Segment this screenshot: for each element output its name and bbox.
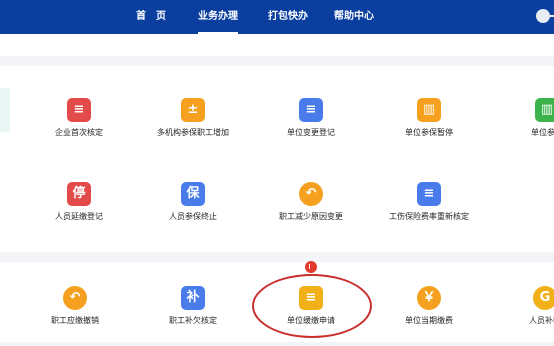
service-undo-payment[interactable]: ↶ 职工应缴撤销 bbox=[20, 286, 130, 346]
service-label: 工伤保险费率重新核定 bbox=[389, 212, 469, 221]
undo-payment-icon: ↶ bbox=[63, 286, 87, 310]
clipboard-supplement-icon: 补 bbox=[181, 286, 205, 310]
service-label: 多机构参保职工增加 bbox=[157, 128, 229, 137]
nav-help[interactable]: 帮助中心 bbox=[334, 0, 374, 34]
unit-change-icon: ≡ bbox=[299, 98, 323, 122]
service-label: 单位参保暂停 bbox=[405, 128, 453, 137]
unit-insure-icon: ▥ bbox=[535, 98, 554, 122]
flag-icon bbox=[305, 261, 317, 273]
headset-icon[interactable] bbox=[536, 9, 554, 23]
service-label: 人员参保终止 bbox=[169, 212, 217, 221]
service-unit-change[interactable]: ≡ 单位变更登记 bbox=[256, 98, 366, 158]
service-personnel-terminate[interactable]: 保 人员参保终止 bbox=[138, 182, 248, 242]
highlight-annotation bbox=[252, 274, 372, 338]
service-label: 单位当期缴费 bbox=[405, 316, 453, 325]
reduce-reason-icon: ↶ bbox=[299, 182, 323, 206]
service-personnel-collect[interactable]: G 人员补收 bbox=[490, 286, 554, 346]
service-personnel-delay[interactable]: 停 人员延缴登记 bbox=[24, 182, 134, 242]
service-label: 人员补收 bbox=[529, 316, 554, 325]
staff-add-icon: ± bbox=[181, 98, 205, 122]
service-unit-pause[interactable]: ▥ 单位参保暂停 bbox=[374, 98, 484, 158]
service-current-payment[interactable]: ￥ 单位当期缴费 bbox=[374, 286, 484, 346]
nav-business[interactable]: 业务办理 bbox=[198, 0, 238, 34]
service-label: 单位变更登记 bbox=[287, 128, 335, 137]
service-label: 职工应缴撤销 bbox=[51, 316, 99, 325]
service-label: 单位参保 bbox=[531, 128, 554, 137]
unit-pause-icon: ▥ bbox=[417, 98, 441, 122]
enterprise-first-check-icon: ≡ bbox=[67, 98, 91, 122]
personnel-collect-icon: G bbox=[533, 286, 554, 310]
injury-rate-icon: ≡ bbox=[417, 182, 441, 206]
nav-package[interactable]: 打包快办 bbox=[268, 0, 308, 34]
side-tab[interactable] bbox=[0, 88, 10, 132]
service-enterprise-first-check[interactable]: ≡ 企业首次核定 bbox=[24, 98, 134, 158]
divider bbox=[0, 56, 554, 66]
top-navigation-bar: 首 页 业务办理 打包快办 帮助中心 bbox=[0, 0, 554, 34]
service-unit-insure[interactable]: ▥ 单位参保 bbox=[492, 98, 554, 158]
service-label: 职工补欠核定 bbox=[169, 316, 217, 325]
toolbar-strip bbox=[0, 34, 554, 57]
service-reduce-reason[interactable]: ↶ 职工减少原因变更 bbox=[256, 182, 366, 242]
service-staff-add[interactable]: ± 多机构参保职工增加 bbox=[138, 98, 248, 158]
yen-payment-icon: ￥ bbox=[417, 286, 441, 310]
service-label: 人员延缴登记 bbox=[55, 212, 103, 221]
service-label: 职工减少原因变更 bbox=[279, 212, 343, 221]
service-supplement-check[interactable]: 补 职工补欠核定 bbox=[138, 286, 248, 346]
service-label: 企业首次核定 bbox=[55, 128, 103, 137]
personnel-terminate-icon: 保 bbox=[181, 182, 205, 206]
service-injury-rate[interactable]: ≡ 工伤保险费率重新核定 bbox=[374, 182, 484, 242]
personnel-delay-icon: 停 bbox=[67, 182, 91, 206]
nav-home[interactable]: 首 页 bbox=[136, 0, 166, 34]
